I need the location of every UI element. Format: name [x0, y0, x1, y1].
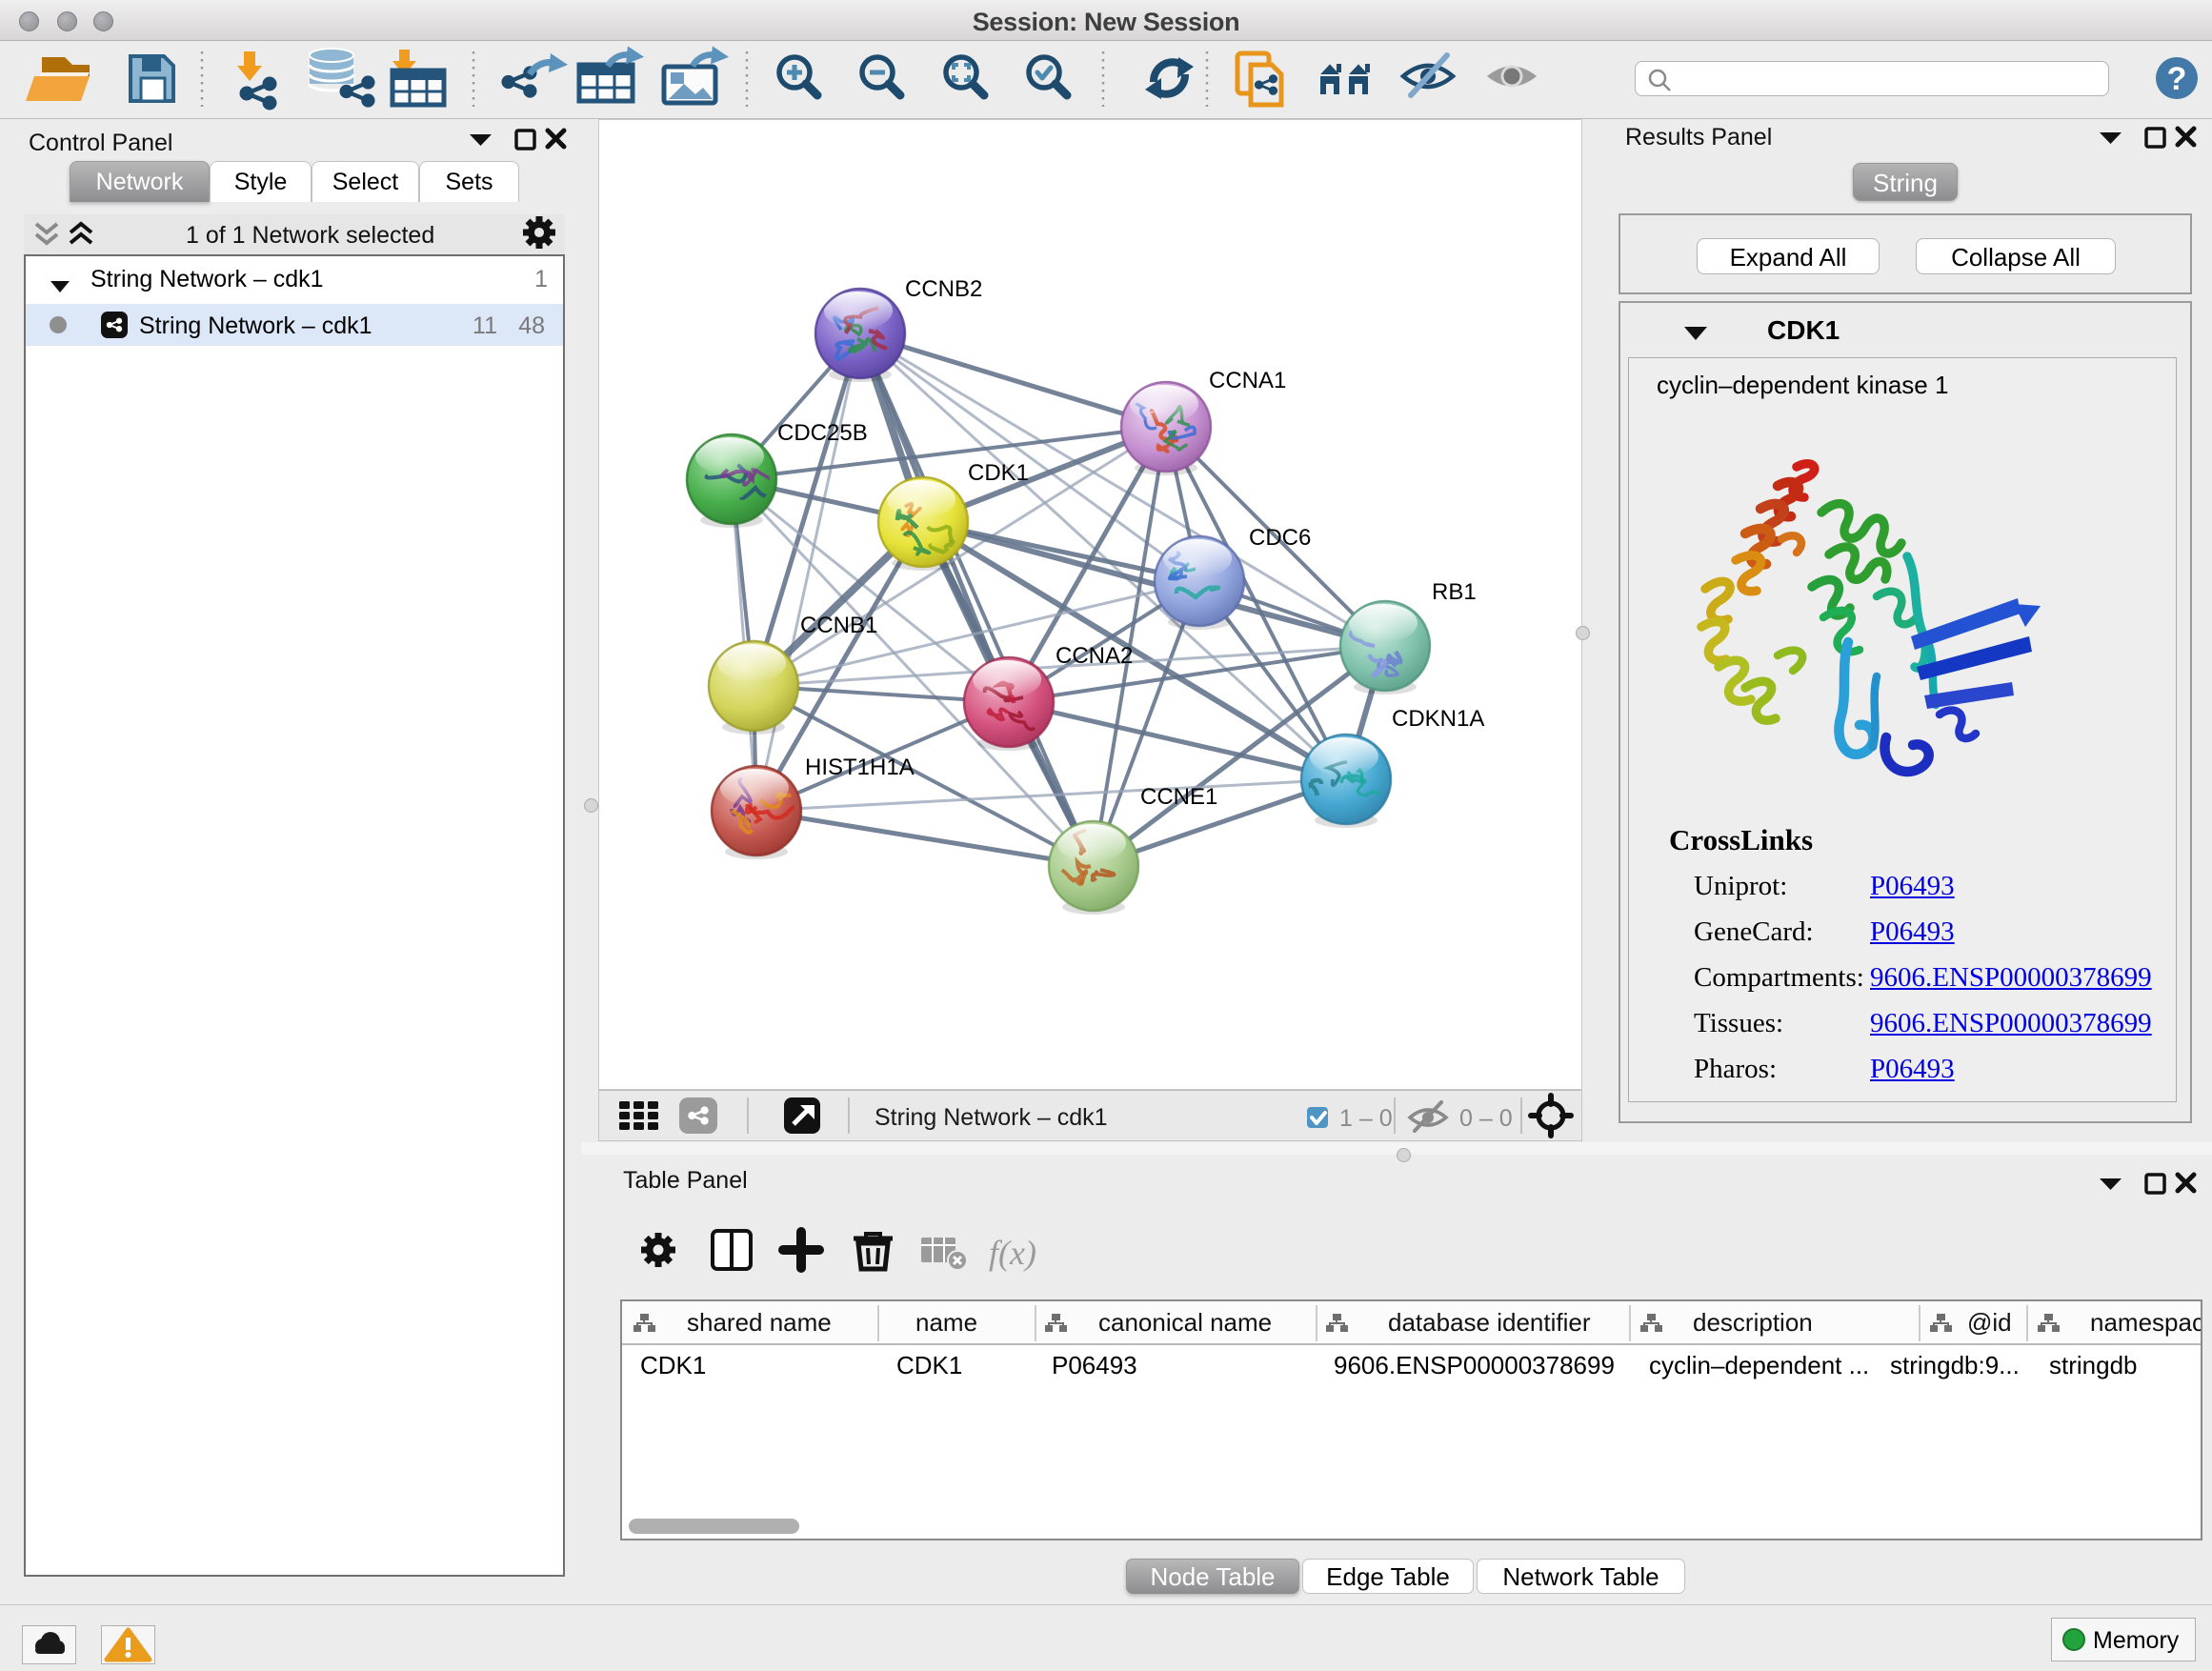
svg-text:name: name: [915, 1308, 977, 1337]
svg-text:Memory: Memory: [2093, 1627, 2180, 1654]
svg-text:CCNB1: CCNB1: [800, 613, 877, 638]
svg-text:database identifier: database identifier: [1388, 1308, 1591, 1337]
svg-text:@id: @id: [1967, 1308, 2012, 1337]
svg-text:HIST1H1A: HIST1H1A: [805, 755, 915, 780]
svg-text:11: 11: [473, 312, 497, 339]
svg-text:cyclin–dependent ...: cyclin–dependent ...: [1649, 1351, 1869, 1379]
svg-text:CCNA1: CCNA1: [1209, 368, 1286, 393]
svg-text:stringdb: stringdb: [2049, 1351, 2138, 1379]
svg-text:canonical name: canonical name: [1098, 1308, 1272, 1337]
svg-text:shared name: shared name: [687, 1308, 832, 1337]
svg-text:CCNB2: CCNB2: [905, 276, 982, 302]
svg-text:CDK1: CDK1: [896, 1351, 962, 1379]
svg-text:CDC25B: CDC25B: [777, 420, 868, 446]
svg-text:CCNE1: CCNE1: [1140, 784, 1217, 810]
svg-text:String Network – cdk1: String Network – cdk1: [90, 266, 324, 292]
svg-text:48: 48: [518, 312, 545, 339]
svg-text:String Network – cdk1: String Network – cdk1: [139, 312, 372, 339]
svg-text:CDK1: CDK1: [640, 1351, 706, 1379]
svg-text:0 – 0: 0 – 0: [1459, 1105, 1513, 1132]
svg-text:1: 1: [534, 266, 548, 292]
svg-text:?: ?: [2167, 61, 2187, 97]
svg-text:CDKN1A: CDKN1A: [1392, 706, 1484, 732]
svg-text:CCNA2: CCNA2: [1056, 643, 1133, 669]
svg-text:CDC6: CDC6: [1249, 525, 1311, 551]
svg-text:1 – 0: 1 – 0: [1339, 1105, 1393, 1132]
svg-text:CDK1: CDK1: [968, 460, 1029, 486]
svg-text:RB1: RB1: [1432, 579, 1477, 605]
svg-text:description: description: [1693, 1308, 1813, 1337]
svg-text:f(x): f(x): [989, 1234, 1036, 1272]
svg-text:P06493: P06493: [1052, 1351, 1137, 1379]
svg-text:namespace: namespace: [2090, 1308, 2201, 1337]
svg-text:stringdb:9...: stringdb:9...: [1890, 1351, 2020, 1379]
svg-text:9606.ENSP00000378699: 9606.ENSP00000378699: [1334, 1351, 1615, 1379]
